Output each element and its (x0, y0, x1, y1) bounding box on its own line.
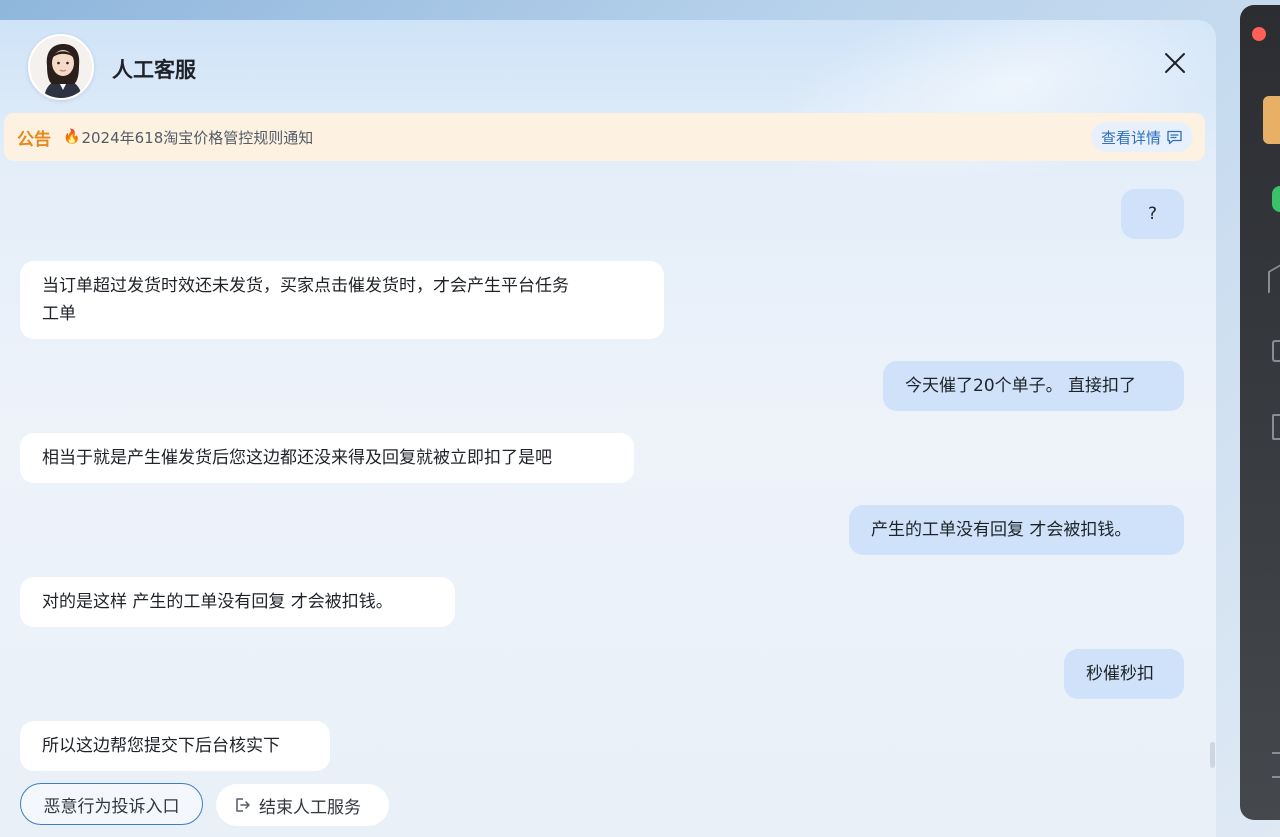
chat-title: 人工客服 (112, 58, 196, 82)
user-message: 秒催秒扣 (1064, 649, 1184, 699)
user-message: 今天催了20个单子。 直接扣了 (883, 361, 1184, 411)
view-details-button[interactable]: 查看详情 (1090, 122, 1193, 152)
box-icon[interactable] (1272, 340, 1280, 362)
window-close-dot[interactable] (1252, 27, 1266, 41)
agent-message: 对的是这样 产生的工单没有回复 才会被扣钱。 (20, 577, 455, 627)
exit-icon (236, 798, 250, 812)
chat-window: 人工客服 公告 🔥 2024年618淘宝价格管控规则通知 查看详情 ? 当订单超… (0, 20, 1216, 837)
chat-bubble-icon (1167, 130, 1182, 145)
close-icon (1165, 53, 1185, 73)
message-text: 相当于就是产生催发货后您这边都还没来得及回复就被立即扣了是吧 (42, 448, 552, 468)
view-details-label: 查看详情 (1100, 128, 1161, 147)
close-button[interactable] (1160, 48, 1190, 78)
agent-avatar (28, 34, 94, 100)
scrollbar-thumb[interactable] (1210, 742, 1215, 768)
chat-icon[interactable] (1272, 186, 1280, 212)
end-human-service-button[interactable]: 结束人工服务 (216, 784, 389, 826)
user-message: 产生的工单没有回复 才会被扣钱。 (849, 505, 1184, 555)
message-text-line: 当订单超过发货时效还未发货，买家点击催发货时，才会产生平台任务 (42, 276, 569, 296)
agent-message: 当订单超过发货时效还未发货，买家点击催发货时，才会产生平台任务 工单 (20, 261, 664, 339)
message-text-line: 工单 (42, 304, 76, 324)
document-icon[interactable] (1272, 414, 1280, 440)
agent-message: 所以这边帮您提交下后台核实下 (20, 721, 330, 771)
message-text: 秒催秒扣 (1086, 664, 1154, 684)
announcement-bar: 公告 🔥 2024年618淘宝价格管控规则通知 查看详情 (4, 113, 1205, 161)
user-message: ? (1121, 189, 1184, 239)
complaint-label: 恶意行为投诉入口 (43, 796, 180, 817)
chat-header: 人工客服 (0, 20, 1216, 112)
message-text: ? (1147, 204, 1158, 224)
message-text: 今天催了20个单子。 直接扣了 (905, 376, 1137, 396)
message-text: 对的是这样 产生的工单没有回复 才会被扣钱。 (42, 592, 393, 612)
end-service-label: 结束人工服务 (259, 797, 361, 818)
announcement-label: 公告 (17, 129, 51, 150)
package-icon[interactable] (1263, 96, 1280, 144)
malicious-behavior-complaint-button[interactable]: 恶意行为投诉入口 (20, 783, 203, 825)
announcement-text[interactable]: 2024年618淘宝价格管控规则通知 (81, 127, 313, 148)
avatar-portrait-icon (30, 36, 92, 98)
message-text: 所以这边帮您提交下后台核实下 (42, 736, 280, 756)
message-text: 产生的工单没有回复 才会被扣钱。 (871, 520, 1132, 540)
agent-message: 相当于就是产生催发货后您这边都还没来得及回复就被立即扣了是吧 (20, 433, 634, 483)
fire-icon: 🔥 (63, 129, 81, 145)
menu-icon[interactable] (1272, 752, 1280, 778)
